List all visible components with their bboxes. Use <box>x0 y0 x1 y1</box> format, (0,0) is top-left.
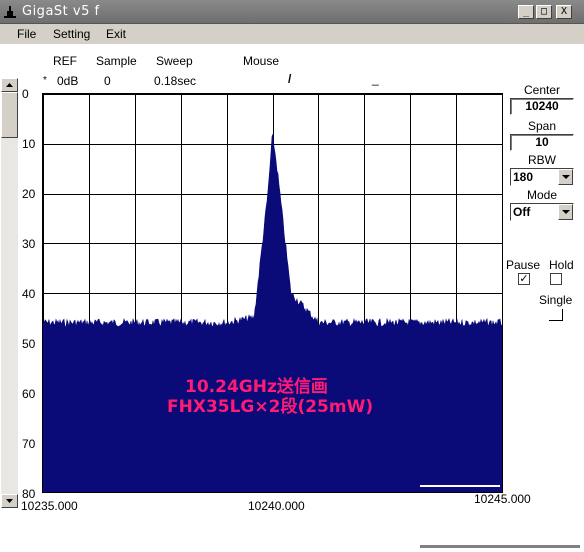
sweep-label: Sweep <box>156 54 193 68</box>
close-button[interactable]: X <box>556 5 572 19</box>
sweep-value: 0.18sec <box>154 74 197 88</box>
mouse-glyph-2: _ <box>372 72 379 86</box>
mode-label: Mode <box>526 188 558 202</box>
spectrum-plot[interactable] <box>42 93 503 493</box>
center-input[interactable]: 10240 <box>510 98 574 115</box>
span-input[interactable]: 10 <box>510 134 574 151</box>
menu-bar: File Setting Exit <box>0 24 584 44</box>
app-icon <box>4 6 16 18</box>
single-label: Single <box>539 293 573 307</box>
spectrum-trace <box>43 133 502 492</box>
sample-value: 0 <box>104 74 111 88</box>
annotation-line-2: FHX35LG×2段(25mW) <box>167 397 374 417</box>
menu-exit[interactable]: Exit <box>106 27 126 41</box>
mode-select[interactable]: Off <box>510 203 574 221</box>
x-tick-label: 10245.000 <box>474 492 531 506</box>
single-button[interactable] <box>549 309 563 321</box>
menu-setting[interactable]: Setting <box>53 27 90 41</box>
chevron-down-icon[interactable] <box>558 169 573 185</box>
minimize-button[interactable]: _ <box>518 5 534 19</box>
hold-checkbox[interactable] <box>550 273 562 285</box>
window-title: GigaSt v5 f <box>22 4 100 19</box>
mouse-glyph: / <box>288 72 292 86</box>
span-label: Span <box>527 119 557 133</box>
rbw-label: RBW <box>528 153 556 167</box>
scroll-thumb[interactable] <box>1 92 18 138</box>
y-tick-label: 60 <box>22 387 36 401</box>
maximize-button[interactable]: □ <box>536 5 552 19</box>
menu-file[interactable]: File <box>17 27 36 41</box>
center-label: Center <box>523 83 561 97</box>
y-tick-label: 20 <box>22 187 36 201</box>
spectrum-svg <box>43 94 502 492</box>
hold-label: Hold <box>549 258 574 272</box>
ref-label: REF <box>53 54 77 68</box>
pause-checkbox[interactable]: ✓ <box>518 273 530 285</box>
y-tick-label: 40 <box>22 287 36 301</box>
pause-label: Pause <box>506 258 541 272</box>
y-tick-label: 50 <box>22 337 36 351</box>
scroll-up-arrow[interactable] <box>1 78 18 92</box>
y-tick-label: 30 <box>22 237 36 251</box>
horizontal-scroll-edge <box>420 545 580 548</box>
y-tick-label: 10 <box>22 137 36 151</box>
bottom-gap <box>420 485 500 487</box>
sample-label: Sample <box>96 54 137 68</box>
mouse-label: Mouse <box>243 54 280 68</box>
x-tick-label: 10240.000 <box>248 499 305 513</box>
rbw-select[interactable]: 180 <box>510 168 574 186</box>
vertical-scrollbar[interactable] <box>1 78 18 508</box>
mode-value: Off <box>513 205 531 219</box>
rbw-value: 180 <box>513 170 534 184</box>
scroll-down-arrow[interactable] <box>1 494 18 508</box>
y-tick-label: 0 <box>22 87 29 101</box>
chevron-down-icon[interactable] <box>558 204 573 220</box>
title-bar: GigaSt v5 f _ □ X <box>0 0 584 24</box>
y-tick-label: 70 <box>22 437 36 451</box>
x-tick-label: 10235.000 <box>21 499 78 513</box>
ref-marker: * <box>43 75 47 86</box>
ref-value: 0dB <box>57 74 79 88</box>
